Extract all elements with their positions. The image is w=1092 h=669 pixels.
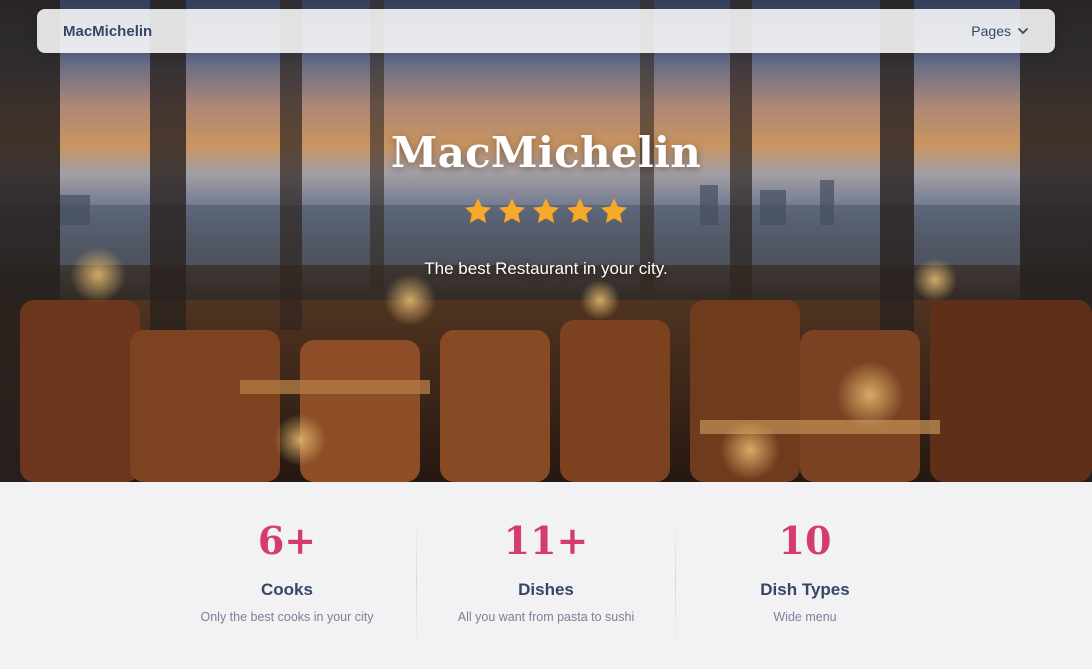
stat-cooks: 6+ Cooks Only the best cooks in your cit… <box>157 518 417 624</box>
stat-dish-types: 10 Dish Types Wide menu <box>675 518 935 624</box>
navbar: MacMichelin Pages <box>37 9 1055 53</box>
star-icon <box>533 198 559 223</box>
stat-label: Dishes <box>518 579 574 599</box>
pages-label: Pages <box>971 23 1011 39</box>
chevron-down-icon <box>1017 25 1029 37</box>
star-icon <box>499 198 525 223</box>
stat-label: Dish Types <box>760 579 850 599</box>
hero-subtitle: The best Restaurant in your city. <box>424 259 668 278</box>
hero-content: MacMichelin The best Restaurant in your … <box>0 0 1092 482</box>
stat-dishes: 11+ Dishes All you want from pasta to su… <box>416 518 676 624</box>
star-icon <box>601 198 627 223</box>
star-icon <box>567 198 593 223</box>
hero-section: MacMichelin The best Restaurant in your … <box>0 0 1092 482</box>
stat-description: All you want from pasta to sushi <box>457 609 635 624</box>
stats-section: 6+ Cooks Only the best cooks in your cit… <box>0 482 1092 669</box>
star-icon <box>465 198 491 223</box>
stat-value: 10 <box>778 518 832 563</box>
brand-link[interactable]: MacMichelin <box>63 23 152 40</box>
page: MacMichelin The best Restaurant in your … <box>0 0 1092 669</box>
stat-value: 6+ <box>257 518 317 563</box>
stat-label: Cooks <box>261 579 313 599</box>
stat-description: Only the best cooks in your city <box>200 609 374 624</box>
rating-stars <box>0 196 1092 226</box>
stat-description: Wide menu <box>773 609 837 624</box>
hero-title: MacMichelin <box>390 128 702 177</box>
stat-value: 11+ <box>503 518 589 563</box>
pages-dropdown[interactable]: Pages <box>971 23 1029 39</box>
